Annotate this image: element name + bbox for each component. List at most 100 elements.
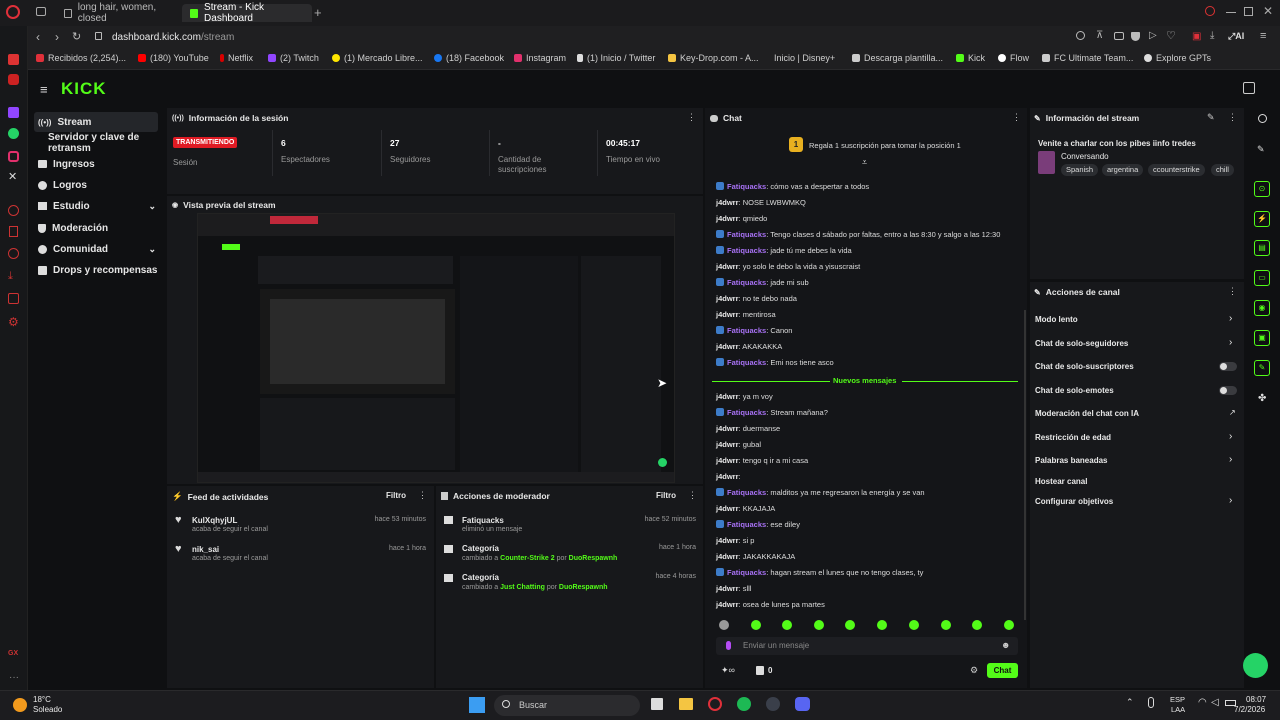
emote-icon[interactable] [909,620,919,630]
download-side-icon[interactable]: ⤓ [8,270,13,283]
chevron-right-icon[interactable]: › [1229,337,1232,348]
steam-icon[interactable] [766,697,780,711]
chat-message[interactable]: Fatiquacks: hagan stream el lunes que no… [716,568,923,577]
nav-comunidad[interactable]: Comunidad ⌄ [34,239,158,259]
chat-username[interactable]: Fatiquacks [727,230,766,239]
bookmark-fc[interactable]: FC Ultimate Team... [1042,53,1133,63]
bookmark-keydrop[interactable]: Key-Drop.com - A... [668,53,759,63]
info-icon[interactable] [1258,114,1267,123]
heart-icon[interactable]: ♡ [1166,29,1176,42]
chat-username[interactable]: j4dwrr [716,456,739,465]
chat-message[interactable]: Fatiquacks: Canon [716,326,792,335]
feed-more-icon[interactable]: ⋮ [418,490,427,501]
channel-more-icon[interactable]: ⋮ [1228,286,1237,297]
nav-logros[interactable]: Logros [34,175,158,195]
chat-input[interactable]: Enviar un mensaje ☻ [716,637,1018,655]
channel-action-item[interactable]: Chat de solo-suscriptores [1035,362,1134,371]
chat-username[interactable]: j4dwrr [716,536,739,545]
close-icon[interactable]: ✕ [1263,4,1273,18]
messenger-icon[interactable] [8,74,19,85]
tab-long-hair[interactable]: long hair, women, closed [56,2,176,24]
channel-action-item[interactable]: Chat de solo-seguidores [1035,339,1128,348]
bookmark-kick[interactable]: Kick [956,53,985,63]
emote-icon[interactable] [1004,620,1014,630]
chat-message[interactable]: j4dwrr: [716,472,741,481]
chat-message[interactable]: j4dwrr: tengo q ir a mi casa [716,456,808,465]
chat-message[interactable]: j4dwrr: ya m voy [716,392,773,401]
bookmark-twitch[interactable]: (2) Twitch [268,53,319,63]
chat-message[interactable]: j4dwrr: qmiedo [716,214,767,223]
chat-message[interactable]: j4dwrr: KKAJAJA [716,504,775,513]
gift-rank-badge[interactable]: 1 [789,137,803,152]
discord-icon[interactable] [795,697,810,711]
twitch-side-icon[interactable] [8,107,19,118]
emote-icon[interactable] [719,620,729,630]
bookmark-disney[interactable]: Inicio | Disney+ [770,53,835,63]
volume-icon[interactable]: ◁ [1211,697,1219,708]
feed-item-name[interactable]: KulXqhyjUL [192,516,237,525]
send-chat-button[interactable]: Chat [987,663,1018,678]
nav-drops[interactable]: Drops y recompensas [34,260,158,280]
chat-username[interactable]: Fatiquacks [727,358,766,367]
chevron-right-icon[interactable]: › [1229,431,1232,442]
opera-ai-icon[interactable] [8,54,19,65]
download-icon[interactable]: ⤓ [1210,30,1214,41]
lang1-label[interactable]: ESP [1170,695,1185,704]
file-explorer-icon[interactable] [679,698,693,710]
nav-stream[interactable]: ((•)) Stream [34,112,158,132]
chat-username[interactable]: j4dwrr [716,310,739,319]
extensions-tool-icon[interactable]: ✤ [1258,393,1266,404]
clock-date[interactable]: 7/2/2026 [1234,705,1265,714]
gift-text[interactable]: Regala 1 suscripción para tomar la posic… [809,141,961,150]
lightning-tool-icon[interactable]: ⚡ [1254,211,1270,227]
chat-username[interactable]: j4dwrr [716,584,739,593]
extension-icon[interactable] [8,293,19,304]
chat-username[interactable]: Fatiquacks [727,278,766,287]
chat-username[interactable]: j4dwrr [716,424,739,433]
search-tabs-icon[interactable] [1205,6,1215,16]
toggle-switch[interactable] [1219,386,1237,395]
channel-action-item[interactable]: Restricción de edad [1035,433,1111,442]
chevron-right-icon[interactable]: › [1229,495,1232,506]
mic-icon[interactable] [726,641,731,650]
chat-more-icon[interactable]: ⋮ [1012,112,1021,123]
bookmark-netflix[interactable]: Netflix [220,53,253,63]
nav-estudio[interactable]: Estudio ⌄ [34,196,158,216]
mod-more-icon[interactable]: ⋮ [688,490,697,501]
chat-username[interactable]: Fatiquacks [727,246,766,255]
tag-pill[interactable]: chill [1211,164,1234,176]
lang2-label[interactable]: LAA [1171,705,1185,714]
chat-username[interactable]: j4dwrr [716,600,739,609]
url-field[interactable]: dashboard.kick.com/stream [112,32,234,43]
pinned-chevron-icon[interactable]: ⩡ [862,157,867,168]
chat-username[interactable]: j4dwrr [716,342,739,351]
chat-username[interactable]: j4dwrr [716,392,739,401]
target-icon[interactable]: ⊙ [1254,181,1270,197]
chat-settings-icon[interactable]: ⚙ [970,665,978,676]
nav-servidor[interactable]: Servidor y clave de retransm [34,132,170,154]
pin-icon[interactable]: ⊼ [1096,30,1103,41]
bookmark-youtube[interactable]: (180) YouTube [138,53,209,63]
gx-icon[interactable]: GX [8,650,18,657]
wrench-tool-icon[interactable]: ✎ [1254,360,1270,376]
clock-time[interactable]: 08:07 [1246,695,1266,704]
player-icon[interactable] [8,205,19,216]
x-side-icon[interactable]: ✕ [8,170,17,183]
chat-username[interactable]: j4dwrr [716,262,739,271]
points-icon[interactable]: ✦∞ [721,665,735,676]
tray-chevron-icon[interactable]: ⌃ [1126,697,1134,708]
opera-logo-icon[interactable] [6,5,20,19]
chat-username[interactable]: j4dwrr [716,472,739,481]
chat-message[interactable]: Fatiquacks: Stream mañana? [716,408,828,417]
layout-icon[interactable] [1243,82,1255,94]
chat-message[interactable]: Fatiquacks: malditos ya me regresaron la… [716,488,925,497]
wifi-icon[interactable]: ◠ [1198,697,1207,708]
reload-icon[interactable]: ↻ [72,30,81,43]
mod-tool-icon[interactable]: ▣ [1254,330,1270,346]
emote-icon[interactable] [814,620,824,630]
channel-action-item[interactable]: Chat de solo-emotes [1035,386,1114,395]
nav-ingresos[interactable]: Ingresos [34,154,158,174]
bag-icon[interactable]: ▣ [1192,31,1201,42]
whatsapp-icon[interactable] [8,128,19,139]
feed-filter-button[interactable]: Filtro [386,491,406,500]
